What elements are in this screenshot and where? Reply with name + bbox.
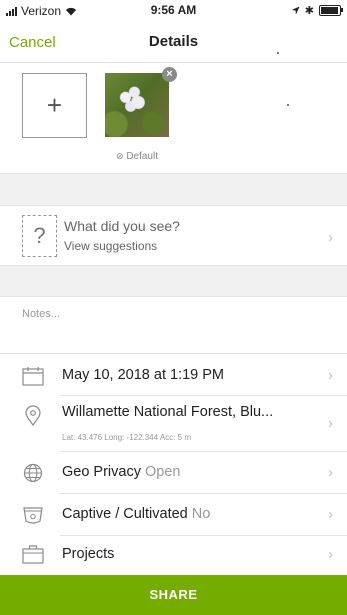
- calendar-icon: [22, 367, 44, 386]
- observation-details-screen: Verizon 9:56 AM ✱ Cancel Details + × ⊘ D…: [0, 0, 347, 615]
- photo-strip: + × ⊘ Default: [0, 63, 347, 173]
- status-right: ✱: [291, 4, 343, 17]
- section-separator: [0, 266, 347, 297]
- chevron-right-icon: ›: [328, 464, 333, 481]
- default-photo-label: ⊘ Default: [115, 151, 158, 162]
- view-suggestions-link[interactable]: View suggestions: [64, 239, 157, 253]
- section-separator: [0, 173, 347, 206]
- projects-label: Projects: [62, 546, 115, 562]
- chevron-right-icon: ›: [328, 415, 333, 432]
- photo-thumbnail[interactable]: [105, 73, 169, 137]
- location-name: Willamette National Forest, Blu...: [62, 404, 274, 420]
- bluetooth-icon: ✱: [304, 5, 314, 17]
- location-pin-icon: [25, 405, 41, 427]
- globe-icon: [23, 463, 43, 483]
- status-bar: Verizon 9:56 AM ✱: [0, 0, 347, 20]
- location-arrow-icon: [291, 6, 300, 15]
- location-coordinates: Lat: 43.476 Long: -122.344 Acc: 5 m: [62, 433, 191, 442]
- chevron-right-icon: ›: [328, 546, 333, 563]
- unknown-species-icon: ?: [22, 215, 57, 257]
- captive-label: Captive / Cultivated No: [62, 506, 211, 522]
- nav-bar: Cancel Details: [0, 20, 347, 63]
- notes-placeholder: Notes...: [22, 308, 60, 320]
- chevron-right-icon: ›: [328, 229, 333, 246]
- captive-pot-icon: [23, 507, 43, 524]
- chevron-right-icon: ›: [328, 367, 333, 384]
- add-photo-button[interactable]: +: [22, 73, 87, 138]
- notes-field[interactable]: [0, 297, 347, 354]
- remove-photo-icon[interactable]: ×: [162, 67, 177, 82]
- captive-value: No: [191, 506, 211, 522]
- projects-row[interactable]: [0, 536, 347, 575]
- check-circle-icon: ⊘: [115, 151, 124, 161]
- geo-privacy-value: Open: [145, 464, 181, 480]
- species-question: What did you see?: [64, 218, 180, 234]
- geo-privacy-label: Geo Privacy Open: [62, 464, 181, 480]
- chevron-right-icon: ›: [328, 506, 333, 523]
- artifact-dot: [277, 52, 279, 54]
- briefcase-icon: [22, 545, 44, 564]
- page-title: Details: [148, 33, 199, 50]
- date-value: May 10, 2018 at 1:19 PM: [62, 367, 225, 383]
- battery-icon: [319, 5, 343, 16]
- share-button[interactable]: SHARE: [0, 575, 347, 615]
